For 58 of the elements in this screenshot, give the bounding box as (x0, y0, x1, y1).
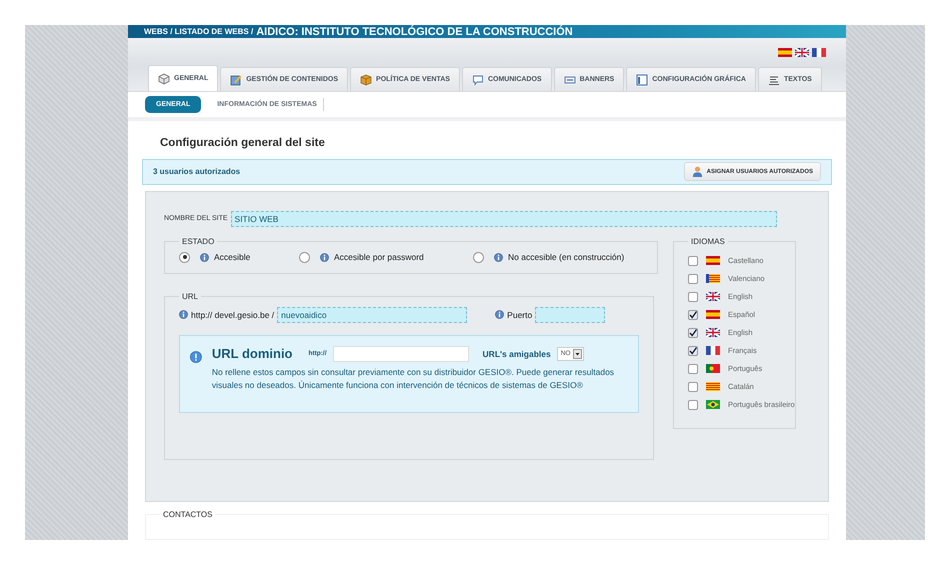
flag-icon (706, 364, 720, 374)
checkbox[interactable] (688, 382, 698, 392)
flag-icon (706, 400, 720, 410)
info-icon (495, 310, 504, 320)
checkbox[interactable] (688, 274, 698, 284)
flag-icon (795, 48, 809, 57)
flag-icon (706, 328, 720, 338)
flag-icon (706, 256, 720, 266)
group-legend: ESTADO (179, 236, 218, 246)
banner-icon (564, 74, 576, 86)
radio-label: Accesible por password (334, 252, 424, 262)
info-icon (494, 252, 503, 262)
info-icon (179, 310, 188, 320)
domain-field[interactable] (332, 346, 469, 362)
users-count: 3 usuarios autorizados (153, 167, 240, 176)
group-legend: IDIOMAS (688, 236, 728, 246)
checkbox[interactable] (688, 364, 698, 374)
flag-icon (706, 310, 720, 320)
url-prefix: http:// devel.gesio.be / (191, 310, 274, 320)
domain-title: URL dominio (212, 346, 292, 362)
checkbox[interactable] (688, 400, 698, 410)
port-label: Puerto (507, 310, 532, 320)
checkbox[interactable] (688, 292, 698, 302)
checkbox[interactable] (688, 310, 698, 320)
text-icon (768, 74, 780, 86)
flag-icon (778, 48, 792, 57)
site-title: AIDICO: INSTITUTO TECNOLÓGICO DE LA CONSTRUCCIÓN (256, 26, 573, 38)
cube-icon (158, 72, 170, 85)
box-icon (360, 74, 372, 86)
friendly-url-label: URL's amigables (482, 348, 551, 359)
url-field[interactable]: nuevoaidico (277, 306, 468, 323)
layout-icon (636, 74, 648, 86)
site-name-field[interactable]: SITIO WEB (230, 210, 777, 227)
radio-button[interactable] (299, 252, 310, 263)
bubble-icon (472, 74, 484, 86)
port-field[interactable] (535, 306, 606, 323)
radio-button[interactable] (179, 252, 190, 263)
flag-icon (812, 48, 826, 57)
radio-label: No accesible (en construcción) (508, 252, 624, 262)
flag-icon (706, 382, 720, 392)
domain-note: No rellene estos campos sin consultar previamente con su distribuidor GESIO®. Puede generar resultados visuales no deseados. Únicamente funciona con intervención de técnicos de sistemas de GESIO® (212, 366, 616, 392)
caret-icon (573, 348, 582, 359)
flag-icon (706, 292, 720, 302)
group-legend: URL (179, 292, 202, 301)
radio-button[interactable] (473, 252, 484, 263)
breadcrumb[interactable]: WEBS / LISTADO DE WEBS / (144, 27, 254, 36)
checkbox[interactable] (688, 346, 698, 356)
checkbox[interactable] (688, 328, 698, 338)
info-icon (320, 252, 329, 262)
info-icon (200, 252, 209, 262)
edit-icon (230, 74, 242, 86)
radio-label: Accesible (214, 252, 250, 262)
flag-icon (706, 274, 720, 284)
checkbox[interactable] (688, 256, 698, 266)
user-icon (692, 166, 703, 178)
page-title: Configuración general del site (160, 136, 326, 148)
flag-icon (706, 346, 720, 356)
group-legend: CONTACTOS (160, 510, 216, 519)
